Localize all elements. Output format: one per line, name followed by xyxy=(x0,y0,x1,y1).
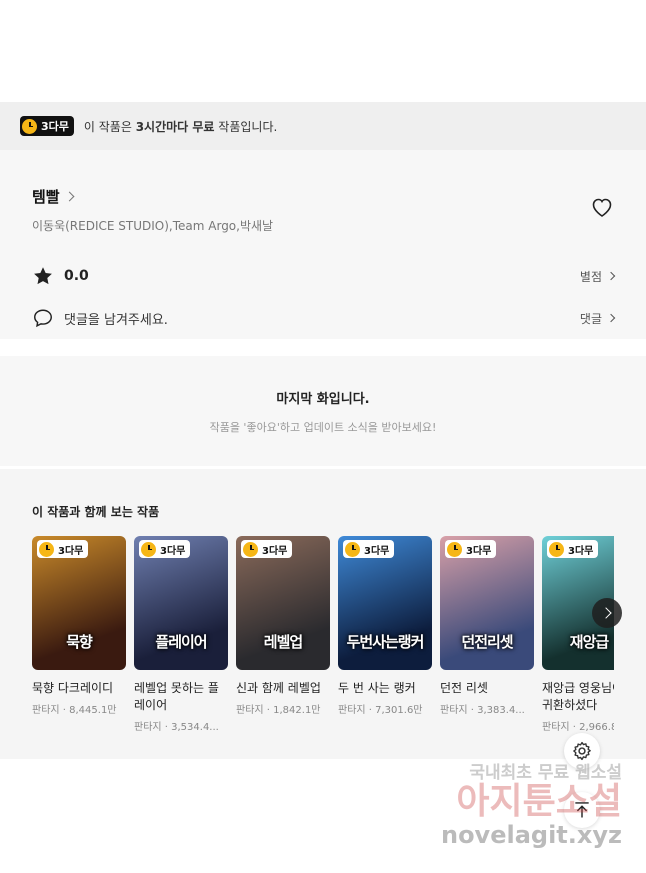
cover-thumbnail[interactable]: 3다무묵향 xyxy=(32,536,126,670)
free-badge: 3다무 xyxy=(139,540,191,558)
card-title[interactable]: 묵향 다크레이디 xyxy=(32,680,126,697)
recommendation-heading: 이 작품과 함께 보는 작품 xyxy=(32,505,160,519)
card-title[interactable]: 던전 리셋 xyxy=(440,680,534,697)
clock-icon xyxy=(243,541,258,557)
free-badge: 3다무 xyxy=(445,540,497,558)
comment-prompt-text: 댓글을 남겨주세요. xyxy=(64,312,168,328)
card-meta: 판타지 · 2,966.8... xyxy=(542,722,614,733)
card-meta: 판타지 · 1,842.1만 xyxy=(236,705,321,716)
chevron-right-icon xyxy=(599,607,612,619)
free-text-bold: 3시간마다 무료 xyxy=(135,119,215,134)
last-episode-subtitle: 작품을 '좋아요'하고 업데이트 소식을 받아보세요! xyxy=(209,420,437,434)
work-authors: 이동욱(REDICE STUDIO),Team Argo,박새날 xyxy=(32,219,274,233)
cover-title-art: 던전리셋 xyxy=(461,633,513,651)
card-title[interactable]: 레벨업 못하는 플레이어 xyxy=(134,680,228,714)
cover-thumbnail[interactable]: 3다무두번사는랭커 xyxy=(338,536,432,670)
free-badge: 3다무 xyxy=(547,540,599,558)
cover-thumbnail[interactable]: 3다무플레이어 xyxy=(134,536,228,670)
clock-icon xyxy=(549,541,564,557)
rating-link-label: 별점 xyxy=(579,269,602,284)
comment-link[interactable]: 댓글 xyxy=(579,310,616,327)
recommendation-card[interactable]: 3다무레벨업신과 함께 레벨업판타지 · 1,842.1만 xyxy=(236,536,330,733)
free-badge-label: 3다무 xyxy=(262,545,288,557)
rating-link[interactable]: 별점 xyxy=(579,268,616,285)
free-badge: 3다무 xyxy=(37,540,89,558)
free-badge: 3다무 xyxy=(241,540,293,558)
free-info-text: 이 작품은 3시간마다 무료 작품입니다. xyxy=(84,118,277,135)
cover-title-art: 레벨업 xyxy=(263,633,303,651)
card-meta: 판타지 · 8,445.1만 xyxy=(32,705,117,716)
chevron-right-icon xyxy=(606,271,616,281)
chevron-right-icon xyxy=(606,313,616,323)
speech-bubble-icon xyxy=(34,309,52,328)
cover-title-art: 묵향 xyxy=(66,633,93,651)
recommendation-card[interactable]: 3다무두번사는랭커두 번 사는 랭커판타지 · 7,301.6만 xyxy=(338,536,432,733)
title-block: 템빨 이동욱(REDICE STUDIO),Team Argo,박새날 xyxy=(0,150,646,255)
settings-button[interactable] xyxy=(564,733,600,769)
card-title[interactable]: 두 번 사는 랭커 xyxy=(338,680,432,697)
gear-icon xyxy=(573,741,591,761)
comment-row: 댓글을 남겨주세요. 댓글 xyxy=(0,297,646,339)
arrow-up-icon xyxy=(575,802,589,818)
clock-icon xyxy=(39,541,54,557)
card-meta: 판타지 · 7,301.6만 xyxy=(338,705,423,716)
cover-thumbnail[interactable]: 3다무던전리셋 xyxy=(440,536,534,670)
recommendation-card[interactable]: 3다무묵향묵향 다크레이디판타지 · 8,445.1만 xyxy=(32,536,126,733)
free-badge-label: 3다무 xyxy=(160,545,186,557)
free-badge-label: 3다무 xyxy=(364,545,390,557)
cover-title-art: 두번사는랭커 xyxy=(346,633,425,651)
clock-icon xyxy=(141,541,156,557)
carousel-next-button[interactable] xyxy=(592,598,622,628)
watermark-line-3: novelagit.xyz xyxy=(440,821,622,849)
cover-title-art: 플레이어 xyxy=(155,633,207,651)
comment-link-label: 댓글 xyxy=(579,311,602,326)
last-episode-title: 마지막 화입니다. xyxy=(276,391,370,407)
top-blank-area xyxy=(0,0,646,102)
recommendation-card[interactable]: 3다무재앙급재앙급 영웅님이 귀환하셨다판타지 · 2,966.8... xyxy=(542,536,614,733)
rating-value: 0.0 xyxy=(64,268,89,284)
free-text-prefix: 이 작품은 xyxy=(83,119,136,134)
rating-row: 0.0 별점 xyxy=(0,255,646,297)
scroll-top-button[interactable] xyxy=(564,792,600,828)
work-title-link[interactable]: 템빨 xyxy=(32,186,614,207)
work-title: 템빨 xyxy=(32,188,60,206)
free-badge: 3다무 xyxy=(20,116,74,136)
card-meta: 판타지 · 3,383.4... xyxy=(440,705,525,716)
last-episode-section: 마지막 화입니다. 작품을 '좋아요'하고 업데이트 소식을 받아보세요! xyxy=(0,356,646,466)
free-badge-label: 3다무 xyxy=(466,545,492,557)
work-info-section: 템빨 이동욱(REDICE STUDIO),Team Argo,박새날 0.0 … xyxy=(0,150,646,339)
free-info-banner: 3다무 이 작품은 3시간마다 무료 작품입니다. xyxy=(0,102,646,150)
clock-icon xyxy=(22,118,37,134)
free-badge-label: 3다무 xyxy=(58,545,84,557)
card-meta: 판타지 · 3,534.4... xyxy=(134,722,219,733)
cover-thumbnail[interactable]: 3다무레벨업 xyxy=(236,536,330,670)
cover-title-art: 재앙급 xyxy=(569,633,609,651)
comment-prompt[interactable]: 댓글을 남겨주세요. xyxy=(32,307,168,329)
clock-icon xyxy=(447,541,462,557)
recommendation-section: 이 작품과 함께 보는 작품 3다무묵향묵향 다크레이디판타지 · 8,445.… xyxy=(0,469,646,759)
free-badge-label: 3다무 xyxy=(568,545,594,557)
recommendation-carousel: 3다무 묵향 묵향 다크레이디 판타지 · 8,445.1만 3다무 플레이어 레벨업 못하… xyxy=(32,536,614,733)
chevron-right-icon xyxy=(64,191,75,202)
recommendation-card[interactable]: 3다무던전리셋던전 리셋판타지 · 3,383.4... xyxy=(440,536,534,733)
card-title[interactable]: 신과 함께 레벨업 xyxy=(236,680,330,697)
free-badge: 3다무 xyxy=(343,540,395,558)
free-text-suffix: 작품입니다. xyxy=(214,119,278,134)
card-title[interactable]: 재앙급 영웅님이 귀환하셨다 xyxy=(542,680,614,714)
free-badge-label: 3다무 xyxy=(41,120,69,133)
recommendation-card[interactable]: 3다무플레이어레벨업 못하는 플레이어판타지 · 3,534.4... xyxy=(134,536,228,733)
clock-icon xyxy=(345,541,360,557)
star-icon xyxy=(34,267,52,285)
heart-icon[interactable] xyxy=(590,196,614,218)
